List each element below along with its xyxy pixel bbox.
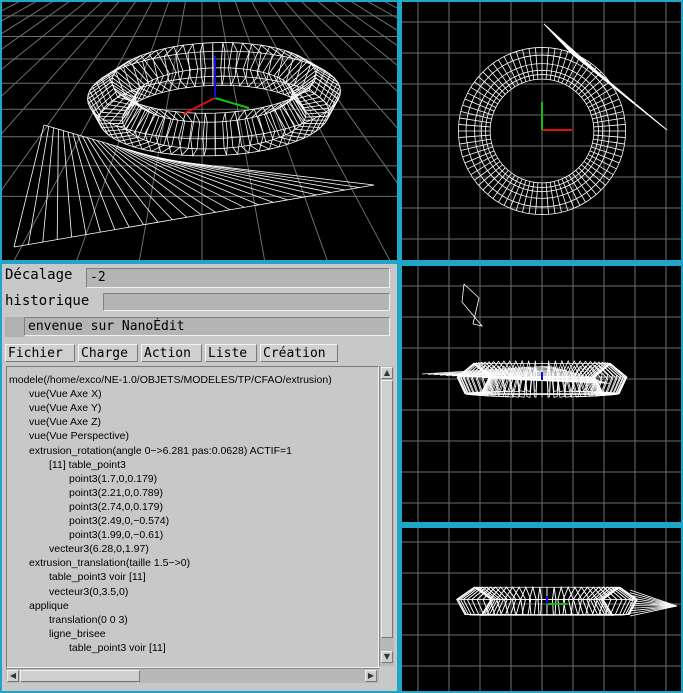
menu-fichier-button[interactable]: Fichier [5, 344, 75, 362]
tree-node[interactable]: vue(Vue Axe Y) [29, 402, 101, 414]
menu-action-button[interactable]: Action [141, 344, 202, 362]
side-viewport[interactable] [402, 528, 681, 691]
extrusion-sheet [629, 589, 678, 617]
tree-node[interactable]: ligne_brisee [49, 628, 106, 640]
axes-icon [541, 104, 572, 131]
history-input[interactable] [103, 293, 390, 311]
tree-node[interactable]: vecteur3(0,3.5,0) [49, 586, 128, 598]
tree-node[interactable]: table_point3 voir [11] [69, 642, 166, 654]
horizontal-scrollbar[interactable]: ◀ ▶ [6, 668, 379, 683]
menu-charge-button[interactable]: Charge [78, 344, 138, 362]
tree-node[interactable]: table_point3 voir [11] [49, 571, 146, 583]
tree-node[interactable]: translation(0 0 3) [49, 614, 128, 626]
tree-node[interactable]: point3(2.21,0,0.789) [69, 487, 163, 499]
tree-node[interactable]: [11] table_point3 [49, 459, 126, 471]
scroll-down-icon[interactable]: ▼ [381, 651, 393, 663]
scroll-right-icon[interactable]: ▶ [365, 670, 377, 682]
status-message: envenue sur NanoÉdit [24, 317, 390, 336]
front-viewport[interactable] [402, 266, 681, 522]
vertical-scroll-thumb[interactable] [381, 380, 393, 638]
editor-panel: Décalage -2 historique envenue sur NanoÉ… [2, 264, 397, 691]
menu-liste-button[interactable]: Liste [205, 344, 257, 362]
tree-node[interactable]: vue(Vue Axe Z) [29, 416, 101, 428]
top-viewport[interactable] [402, 2, 681, 260]
offset-input[interactable]: -2 [86, 268, 390, 288]
menu-creation-button[interactable]: Création [260, 344, 338, 362]
tree-node[interactable]: vue(Vue Axe X) [29, 388, 102, 400]
extrusion-sheet [13, 124, 375, 248]
tree-node[interactable]: modele(/home/exco/NE-1.0/OBJETS/MODELES/… [9, 374, 332, 386]
grid [2, 2, 397, 260]
history-label: historique [5, 293, 90, 309]
model-tree[interactable]: modele(/home/exco/NE-1.0/OBJETS/MODELES/… [6, 366, 379, 668]
status-indicator [5, 317, 25, 337]
tree-node[interactable]: applique [29, 600, 69, 612]
tree-node[interactable]: point3(2.49,0,−0.574) [69, 515, 169, 527]
tree-node[interactable]: point3(2.74,0,0.179) [69, 501, 163, 513]
polyline-shape [461, 283, 484, 327]
vertical-scrollbar[interactable]: ▲ ▼ [379, 366, 394, 666]
perspective-viewport[interactable] [2, 2, 397, 260]
scroll-up-icon[interactable]: ▲ [381, 367, 393, 379]
tree-node[interactable]: extrusion_rotation(angle 0−>6.281 pas:0.… [29, 445, 292, 457]
offset-label: Décalage [5, 267, 73, 283]
tree-node[interactable]: point3(1.99,0,−0.61) [69, 529, 163, 541]
grid [402, 2, 681, 260]
tree-node[interactable]: extrusion_translation(taille 1.5−>0) [29, 557, 190, 569]
scroll-left-icon[interactable]: ◀ [7, 670, 19, 682]
horizontal-scroll-thumb[interactable] [20, 670, 140, 682]
tree-node[interactable]: point3(1.7,0,0.179) [69, 473, 157, 485]
tree-node[interactable]: vecteur3(6.28,0,1.97) [49, 543, 149, 555]
tree-node[interactable]: vue(Vue Perspective) [29, 430, 129, 442]
